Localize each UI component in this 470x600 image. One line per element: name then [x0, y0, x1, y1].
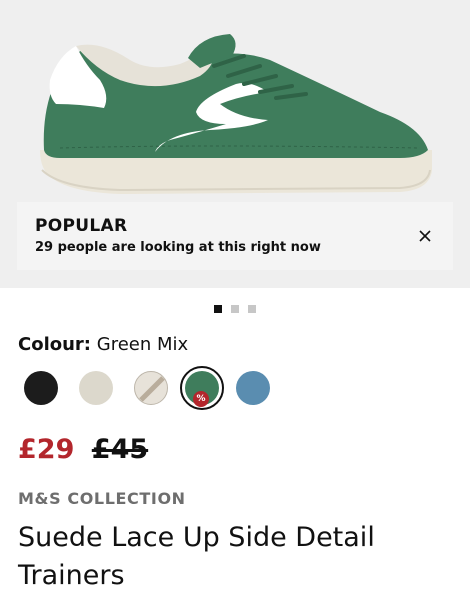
close-icon[interactable]	[413, 224, 437, 248]
swatch-cream[interactable]	[79, 371, 113, 405]
product-title: Suede Lace Up Side Detail Trainers	[18, 522, 375, 591]
product-image-carousel[interactable]: POPULAR 29 people are looking at this ri…	[0, 0, 470, 288]
carousel-dot-1[interactable]	[214, 305, 222, 313]
swatch-green-mix[interactable]: %	[185, 371, 219, 407]
sale-badge-icon: %	[193, 391, 209, 407]
swatch-black[interactable]	[24, 371, 58, 405]
colour-selection: Colour: Green Mix	[18, 334, 188, 355]
sale-price: £29	[18, 434, 75, 465]
popular-banner: POPULAR 29 people are looking at this ri…	[17, 202, 453, 270]
carousel-dots	[0, 305, 470, 313]
popular-message: 29 people are looking at this right now	[35, 240, 321, 255]
carousel-dot-2[interactable]	[231, 305, 239, 313]
colour-value: Green Mix	[96, 334, 189, 355]
original-price: £45	[91, 434, 149, 465]
price: £29 £45	[18, 434, 148, 465]
product-page: POPULAR 29 people are looking at this ri…	[0, 0, 470, 600]
swatch-beige-white[interactable]	[134, 371, 168, 405]
brand-name: M&S COLLECTION	[18, 489, 186, 508]
close-banner-button[interactable]	[413, 224, 437, 248]
colour-label: Colour:	[18, 334, 92, 355]
product-image[interactable]	[0, 0, 470, 210]
swatch-blue[interactable]	[236, 371, 270, 405]
diagonal-pattern-icon	[139, 376, 165, 402]
carousel-dot-3[interactable]	[248, 305, 256, 313]
popular-title: POPULAR	[35, 216, 128, 236]
